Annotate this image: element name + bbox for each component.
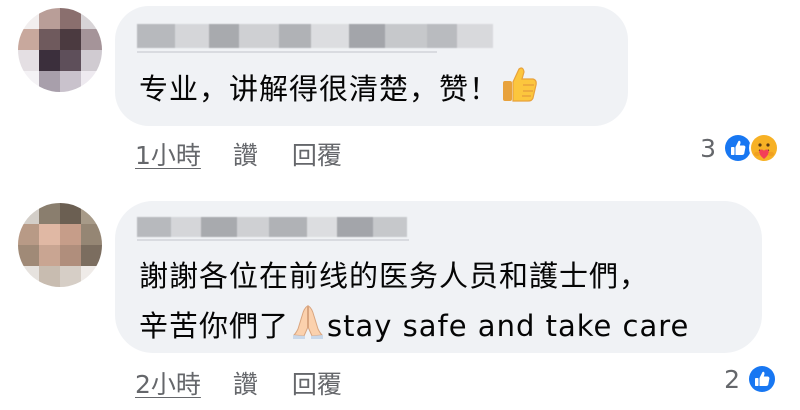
avatar[interactable] [18, 203, 102, 287]
like-button[interactable]: 讚 [233, 365, 258, 401]
avatar[interactable] [18, 8, 102, 92]
name-underline [137, 239, 409, 241]
comment-item: 专业，讲解得很清楚，赞！ 1小時 讚 回覆 3 [0, 0, 800, 195]
comment-bubble: 謝謝各位在前线的医务人员和護士們， 辛苦你們了 stay safe and ta… [115, 201, 762, 353]
commenter-name-blurred[interactable] [137, 24, 493, 48]
name-underline [137, 51, 437, 53]
commenter-name-blurred[interactable] [137, 217, 407, 237]
reply-button[interactable]: 回覆 [292, 136, 342, 172]
care-reaction-icon [749, 133, 779, 163]
thumbs-up-emoji-icon [499, 64, 539, 118]
reaction-count: 3 [700, 133, 716, 163]
comment-text-body: 专业，讲解得很清楚，赞！ [139, 72, 500, 106]
timestamp-link[interactable]: 2小時 [135, 365, 201, 401]
reactions-summary[interactable]: 3 [700, 132, 780, 164]
comment-actions: 1小時 讚 回覆 [135, 136, 342, 172]
comment-text-line-2a: 辛苦你們了 [139, 309, 290, 343]
folded-hands-emoji-icon [289, 302, 327, 355]
like-reaction-icon [747, 364, 777, 394]
comment-bubble: 专业，讲解得很清楚，赞！ [115, 6, 628, 126]
comment-item: 謝謝各位在前线的医务人员和護士們， 辛苦你們了 stay safe and ta… [0, 195, 800, 410]
comment-text: 专业，讲解得很清楚，赞！ [139, 64, 539, 118]
reply-button[interactable]: 回覆 [292, 365, 342, 401]
reactions-summary[interactable]: 2 [724, 363, 778, 395]
timestamp-link[interactable]: 1小時 [135, 136, 201, 172]
like-button[interactable]: 讚 [233, 136, 258, 172]
comment-text-line-1: 謝謝各位在前线的医务人员和護士們， [139, 259, 650, 293]
comment-text-line-2b: stay safe and take care [327, 309, 690, 343]
comment-text: 謝謝各位在前线的医务人员和護士們， 辛苦你們了 stay safe and ta… [139, 251, 689, 355]
comment-actions: 2小時 讚 回覆 [135, 365, 342, 401]
reaction-count: 2 [724, 364, 740, 394]
